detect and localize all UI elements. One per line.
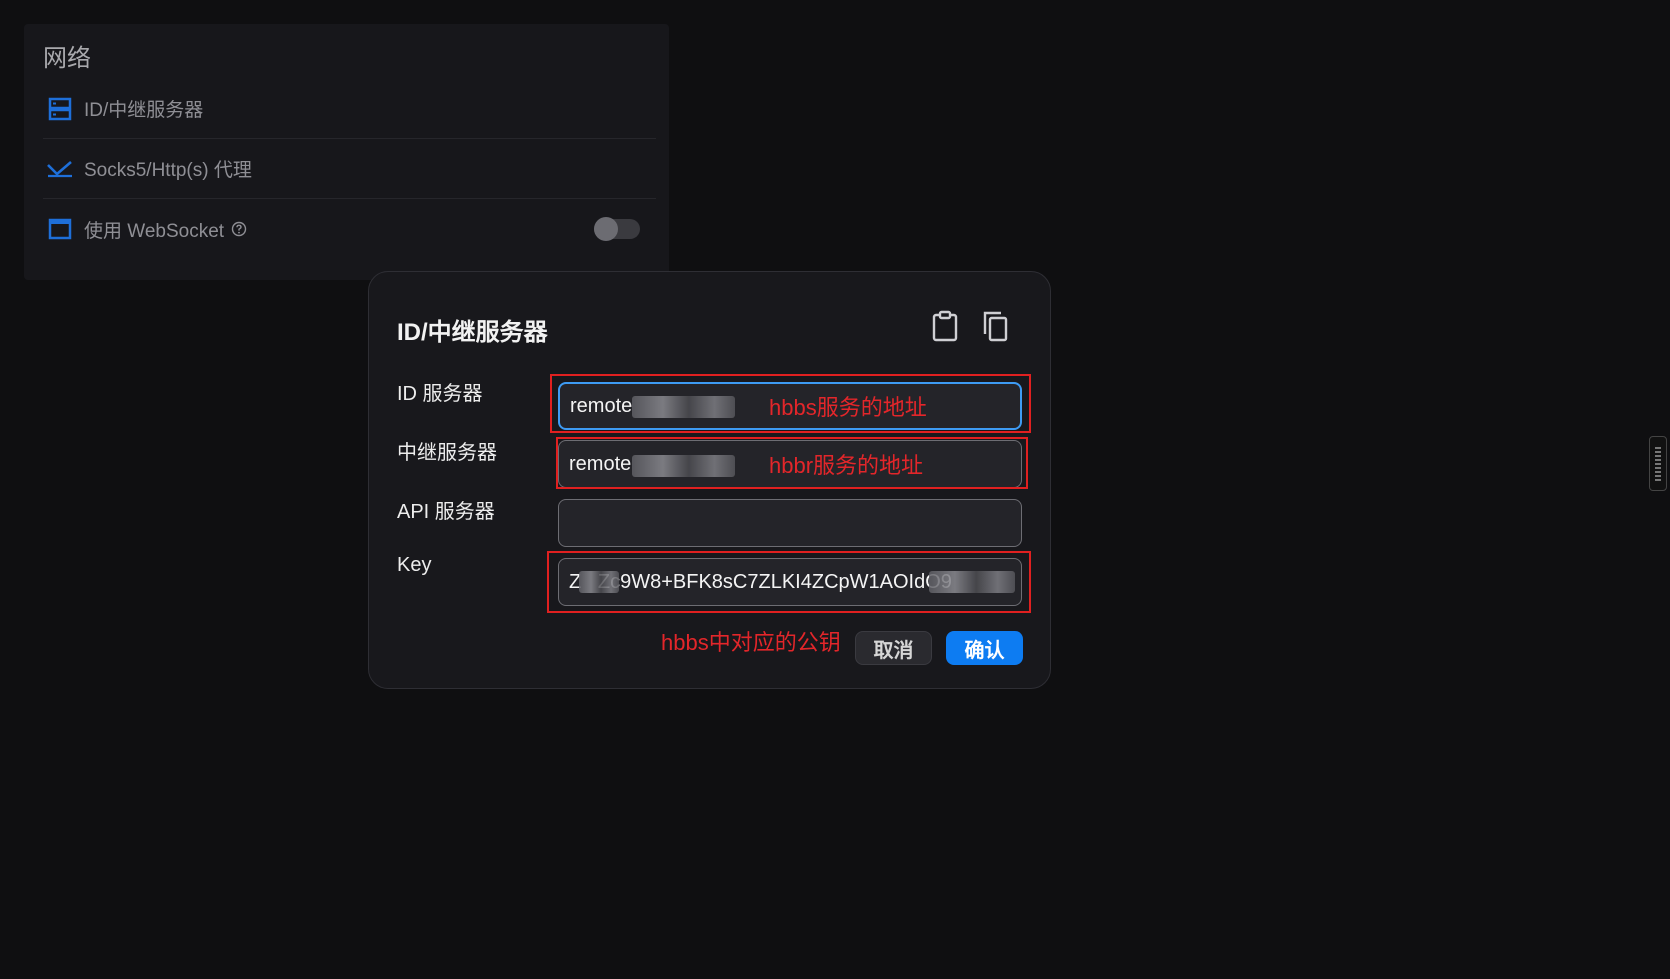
proxy-arrow-icon <box>47 156 73 182</box>
api-server-label: API 服务器 <box>397 501 495 523</box>
annotation-key: hbbs中对应的公钥 <box>661 630 841 655</box>
settings-item-websocket[interactable]: 使用 WebSocket <box>43 199 656 259</box>
settings-item-proxy[interactable]: Socks5/Http(s) 代理 <box>43 139 656 199</box>
redacted-text <box>632 396 735 418</box>
relay-server-label: 中继服务器 <box>397 442 497 464</box>
websocket-toggle[interactable] <box>594 217 640 241</box>
settings-item-label: Socks5/Http(s) 代理 <box>84 160 252 181</box>
copy-icon[interactable] <box>980 310 1010 342</box>
annotation-relay-server: hbbr服务的地址 <box>769 453 924 478</box>
window-icon <box>47 216 73 242</box>
id-relay-server-dialog: ID/中继服务器 ID 服务器 hbbs服务的地址 中继服务器 hbbr服务的地… <box>368 271 1051 689</box>
edge-scroll-handle[interactable] <box>1649 436 1667 491</box>
redacted-text <box>579 571 619 593</box>
toggle-knob <box>594 217 618 241</box>
server-icon <box>47 96 73 122</box>
settings-item-id-relay-server[interactable]: ID/中继服务器 <box>43 79 656 139</box>
app-window: 网络 ID/中继服务器 Socks5/Http(s) 代理 使用 WebSock… <box>0 0 1670 979</box>
redacted-text <box>929 571 1015 593</box>
network-settings-panel: 网络 ID/中继服务器 Socks5/Http(s) 代理 使用 WebSock… <box>24 24 669 280</box>
redacted-text <box>632 455 735 477</box>
id-server-label: ID 服务器 <box>397 383 483 405</box>
confirm-button[interactable]: 确认 <box>946 631 1023 665</box>
annotation-id-server: hbbs服务的地址 <box>769 395 927 420</box>
clipboard-icon[interactable] <box>930 310 960 342</box>
grip-icon <box>1655 447 1661 481</box>
settings-item-label: 使用 WebSocket <box>84 220 225 242</box>
cancel-button[interactable]: 取消 <box>855 631 932 665</box>
key-label: Key <box>397 554 432 576</box>
api-server-input[interactable] <box>558 499 1022 547</box>
dialog-title: ID/中继服务器 <box>397 319 548 346</box>
settings-item-label: ID/中继服务器 <box>84 100 204 121</box>
panel-title: 网络 <box>43 45 91 72</box>
help-icon[interactable] <box>231 221 247 237</box>
